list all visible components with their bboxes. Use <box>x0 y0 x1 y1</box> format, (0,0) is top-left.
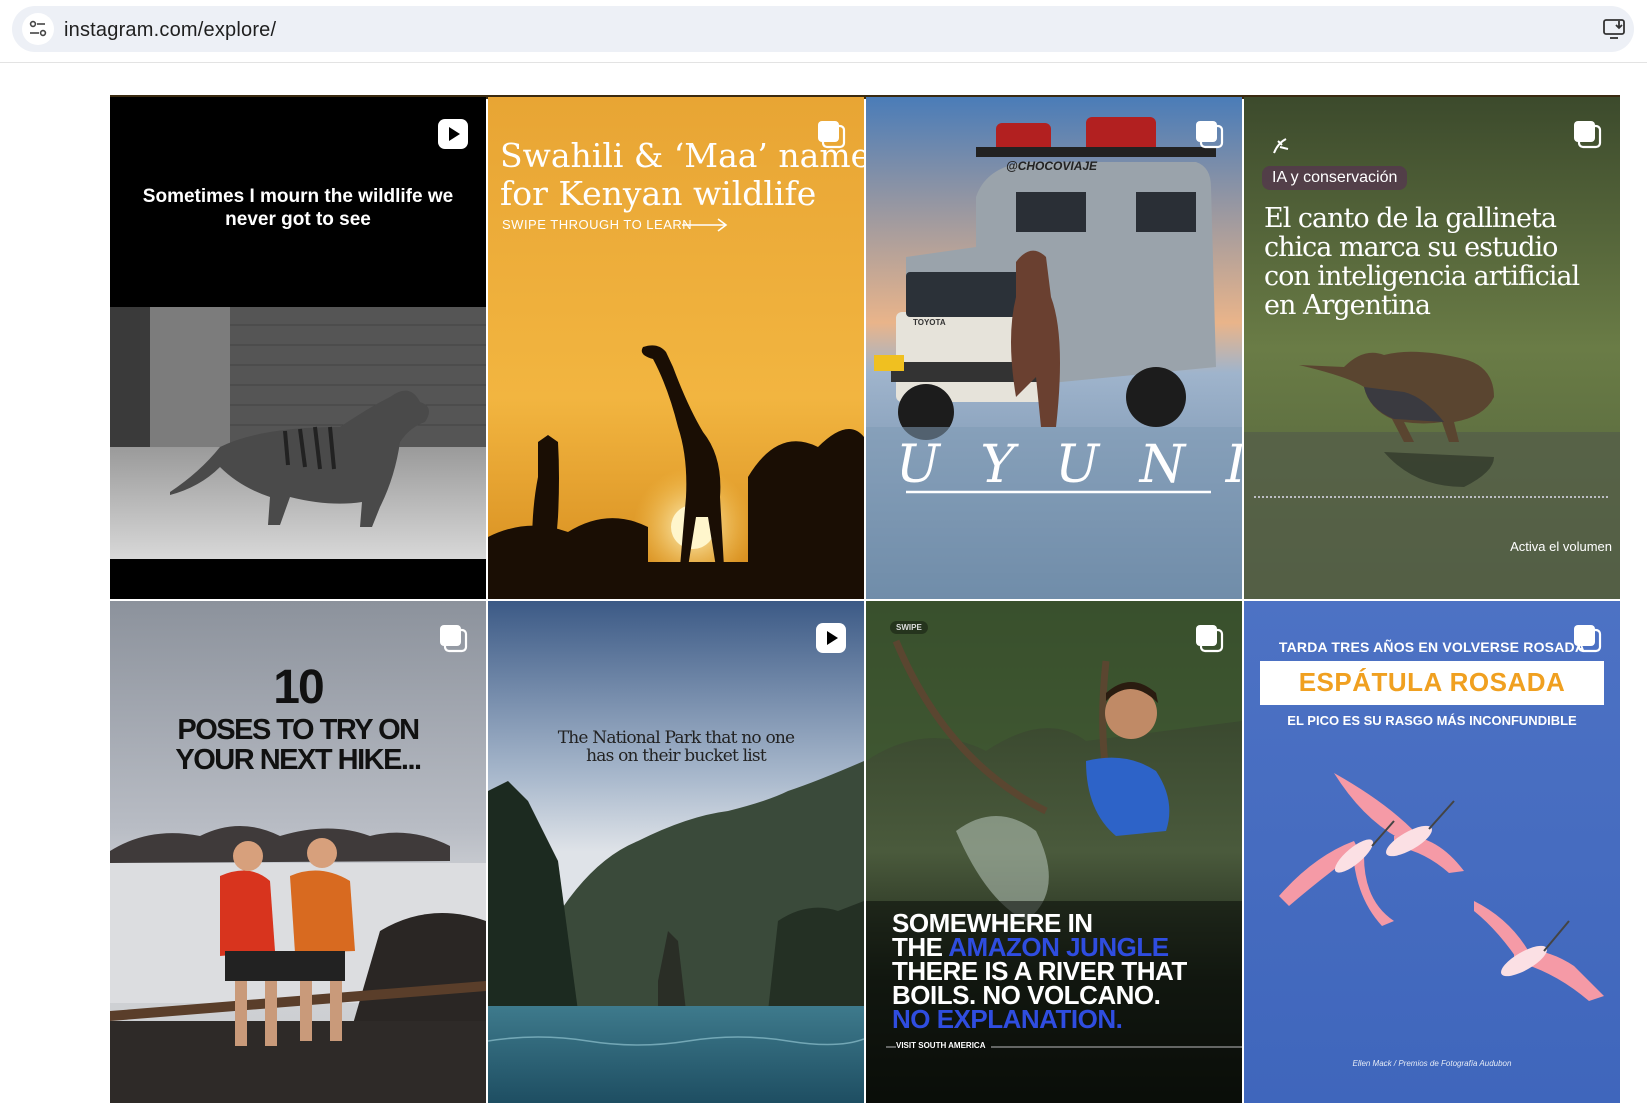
swipe-hint: SWIPE <box>890 621 928 634</box>
carousel-icon <box>1570 621 1604 655</box>
post-tile-hike-poses[interactable]: 10 POSES TO TRY ON YOUR NEXT HIKE... <box>110 601 486 1103</box>
post-tile-espatula[interactable]: TARDA TRES AÑOS EN VOLVERSE ROSADA ESPÁT… <box>1244 601 1620 1103</box>
install-app-icon[interactable] <box>1602 17 1628 41</box>
reel-icon <box>436 117 470 151</box>
post-headline-line4: en Argentina <box>1264 290 1431 321</box>
carousel-icon <box>1570 117 1604 151</box>
post-headline-highlight: NO EXPLANATION. <box>892 1004 1123 1034</box>
carousel-icon <box>1192 117 1226 151</box>
site-settings-icon[interactable] <box>22 13 54 45</box>
carousel-icon <box>814 117 848 151</box>
post-title: U Y U N I <box>896 435 1242 495</box>
post-headline-line1: POSES TO TRY ON <box>177 714 420 746</box>
post-tag: IA y conservación <box>1262 166 1408 190</box>
post-tile-amazon-river[interactable]: SWIPE SOMEWHERE IN THE AMAZON JUNGLE THE… <box>866 601 1242 1103</box>
post-title: ESPÁTULA ROSADA <box>1298 667 1566 697</box>
post-tile-gallineta[interactable]: IA y conservación El canto de la galline… <box>1244 97 1620 599</box>
post-headline-line1: Swahili & ‘Maa’ names <box>500 136 864 175</box>
address-bar[interactable]: instagram.com/explore/ <box>12 6 1634 52</box>
post-tile-uyuni[interactable]: @CHOCOVIAJE TOYOTA U Y U N I <box>866 97 1242 599</box>
url-text[interactable]: instagram.com/explore/ <box>64 19 276 42</box>
post-tile-national-park[interactable]: The National Park that no one has on the… <box>488 601 864 1103</box>
photo-credit: Ellen Mack / Premios de Fotografía Audub… <box>1352 1059 1512 1068</box>
post-footer: VISIT SOUTH AMERICA <box>896 1041 992 1050</box>
post-subtitle: EL PICO ES SU RASGO MÁS INCONFUNDIBLE <box>1287 713 1577 728</box>
reel-icon <box>814 621 848 655</box>
explore-grid: Sometimes I mourn the wildlife we never … <box>110 97 1620 1107</box>
post-headline-line2: has on their bucket list <box>586 746 767 766</box>
post-headline-line2: for Kenyan wildlife <box>500 174 817 213</box>
arrow-right-icon <box>680 217 730 238</box>
post-headline: Sometimes I mourn the wildlife we never … <box>142 186 454 230</box>
post-headline-line1: El canto de la gallineta <box>1264 203 1557 234</box>
thylacine-photo <box>110 97 486 599</box>
logo-icon <box>1268 133 1294 164</box>
post-subtitle: SWIPE THROUGH TO LEARN <box>502 217 693 232</box>
post-headline-line2: chica marca su estudio <box>1264 232 1558 263</box>
browser-toolbar: instagram.com/explore/ <box>0 0 1647 63</box>
post-headline-line2: YOUR NEXT HIKE... <box>175 744 422 776</box>
post-headline-line3: con inteligencia artificial <box>1264 261 1580 292</box>
post-number: 10 <box>273 661 324 714</box>
volume-hint: Activa el volumen <box>1510 539 1612 554</box>
post-headline-line1: The National Park that no one <box>557 728 795 748</box>
carousel-icon <box>436 621 470 655</box>
truck-text: @CHOCOVIAJE <box>1006 159 1098 173</box>
post-top-text: TARDA TRES AÑOS EN VOLVERSE ROSADA <box>1278 639 1586 655</box>
carousel-icon <box>1192 621 1226 655</box>
truck-brand: TOYOTA <box>913 318 946 327</box>
post-tile-giraffe[interactable]: Swahili & ‘Maa’ names for Kenyan wildlif… <box>488 97 864 599</box>
post-tile-thylacine[interactable]: Sometimes I mourn the wildlife we never … <box>110 97 486 599</box>
fjord-photo <box>488 601 864 1103</box>
